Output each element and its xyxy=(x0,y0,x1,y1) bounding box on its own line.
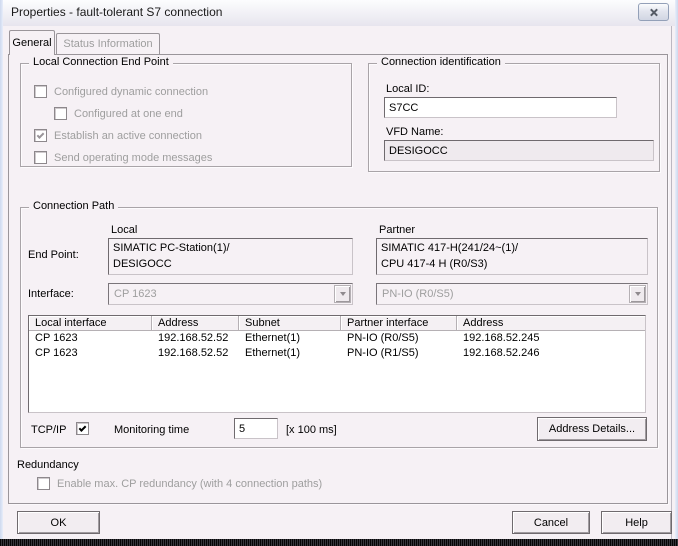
tcpip-label: TCP/IP xyxy=(31,424,66,436)
monitoring-time-input[interactable] xyxy=(234,418,278,439)
cell-local-interface: CP 1623 xyxy=(29,331,152,346)
check-icon xyxy=(37,131,45,139)
cell-subnet: Ethernet(1) xyxy=(239,331,341,346)
monitoring-time-label: Monitoring time xyxy=(114,424,189,436)
interface-partner-dropdown[interactable]: PN-IO (R0/S5) xyxy=(376,283,648,305)
group-connection-identification: Connection identification Local ID: VFD … xyxy=(368,63,660,172)
interface-label: Interface: xyxy=(28,288,74,300)
end-point-partner-line2: CPU 417-4 H (R0/S3) xyxy=(381,256,643,272)
cell-address-partner: 192.168.52.245 xyxy=(457,331,645,346)
address-details-button[interactable]: Address Details... xyxy=(537,417,647,441)
end-point-local-line1: SIMATIC PC-Station(1)/ xyxy=(113,240,348,256)
cell-subnet: Ethernet(1) xyxy=(239,346,341,361)
table-header-subnet: Subnet xyxy=(239,316,341,331)
end-point-partner-box: SIMATIC 417-H(241/24~(1)/ CPU 417-4 H (R… xyxy=(376,238,648,275)
vfd-name-label: VFD Name: xyxy=(386,126,443,138)
redundancy-checkbox[interactable] xyxy=(37,477,50,490)
desktop-background-strip xyxy=(0,539,678,546)
local-column-header: Local xyxy=(111,224,137,236)
table-header-row: Local interface Address Subnet Partner i… xyxy=(29,316,645,331)
end-point-local-box: SIMATIC PC-Station(1)/ DESIGOCC xyxy=(108,238,353,275)
local-id-label: Local ID: xyxy=(386,83,429,95)
cell-local-interface: CP 1623 xyxy=(29,346,152,361)
checkbox-establish-active-connection-label: Establish an active connection xyxy=(54,130,202,142)
group-local-connection-end-point-title: Local Connection End Point xyxy=(29,56,173,68)
cell-address-partner: 192.168.52.246 xyxy=(457,346,645,361)
cancel-button[interactable]: Cancel xyxy=(512,511,590,534)
cell-address-local: 192.168.52.52 xyxy=(152,346,239,361)
help-button[interactable]: Help xyxy=(601,511,672,534)
check-icon xyxy=(79,424,87,432)
checkbox-send-operating-mode-messages[interactable] xyxy=(34,151,47,164)
table-header-partner-interface: Partner interface xyxy=(341,316,457,331)
window-inner-frame xyxy=(671,26,672,539)
cell-partner-interface: PN-IO (R0/S5) xyxy=(341,331,457,346)
tab-general[interactable]: General xyxy=(9,30,55,55)
interface-partner-value: PN-IO (R0/S5) xyxy=(382,288,454,300)
vfd-name-input[interactable] xyxy=(384,140,654,161)
cell-address-local: 192.168.52.52 xyxy=(152,331,239,346)
tab-general-label: General xyxy=(12,37,51,49)
redundancy-title: Redundancy xyxy=(17,459,79,471)
close-button[interactable] xyxy=(638,3,669,21)
checkbox-send-operating-mode-messages-label: Send operating mode messages xyxy=(54,152,212,164)
chevron-down-icon xyxy=(340,292,346,296)
window-border-left xyxy=(0,0,3,539)
checkbox-configured-dynamic-connection[interactable] xyxy=(34,85,47,98)
redundancy-checkbox-label: Enable max. CP redundancy (with 4 connec… xyxy=(57,478,322,490)
checkbox-configured-at-one-end-label: Configured at one end xyxy=(74,108,183,120)
group-connection-path: Connection Path Local Partner End Point:… xyxy=(20,207,658,448)
end-point-local-line2: DESIGOCC xyxy=(113,256,348,272)
interface-local-dropdown[interactable]: CP 1623 xyxy=(108,283,353,305)
properties-dialog: Properties - fault-tolerant S7 connectio… xyxy=(0,0,678,546)
group-local-connection-end-point: Local Connection End Point Configured dy… xyxy=(20,63,352,167)
close-icon xyxy=(648,8,659,17)
local-id-input[interactable] xyxy=(384,97,617,118)
tab-status-information-label: Status Information xyxy=(63,38,152,50)
cell-partner-interface: PN-IO (R1/S5) xyxy=(341,346,457,361)
monitoring-time-unit: [x 100 ms] xyxy=(286,424,337,436)
chevron-down-icon xyxy=(635,292,641,296)
table-row[interactable]: CP 1623 192.168.52.52 Ethernet(1) PN-IO … xyxy=(29,331,645,346)
interface-partner-dropdown-button[interactable] xyxy=(629,285,646,303)
table-row[interactable]: CP 1623 192.168.52.52 Ethernet(1) PN-IO … xyxy=(29,346,645,361)
ok-button[interactable]: OK xyxy=(17,511,100,534)
tab-status-information[interactable]: Status Information xyxy=(56,33,160,54)
interface-local-value: CP 1623 xyxy=(114,288,157,300)
table-header-address-partner: Address xyxy=(457,316,645,331)
window-title: Properties - fault-tolerant S7 connectio… xyxy=(11,5,222,19)
group-connection-path-title: Connection Path xyxy=(29,200,118,212)
connection-path-table: Local interface Address Subnet Partner i… xyxy=(28,315,646,413)
interface-local-dropdown-button[interactable] xyxy=(334,285,351,303)
tcpip-checkbox[interactable] xyxy=(76,422,89,435)
checkbox-configured-dynamic-connection-label: Configured dynamic connection xyxy=(54,86,208,98)
checkbox-establish-active-connection[interactable] xyxy=(34,129,47,142)
group-connection-identification-title: Connection identification xyxy=(377,56,505,68)
checkbox-configured-at-one-end[interactable] xyxy=(54,107,67,120)
partner-column-header: Partner xyxy=(379,224,415,236)
table-header-local-interface: Local interface xyxy=(29,316,152,331)
end-point-label: End Point: xyxy=(28,249,79,261)
table-header-address-local: Address xyxy=(152,316,239,331)
end-point-partner-line1: SIMATIC 417-H(241/24~(1)/ xyxy=(381,240,643,256)
titlebar[interactable]: Properties - fault-tolerant S7 connectio… xyxy=(3,0,675,26)
